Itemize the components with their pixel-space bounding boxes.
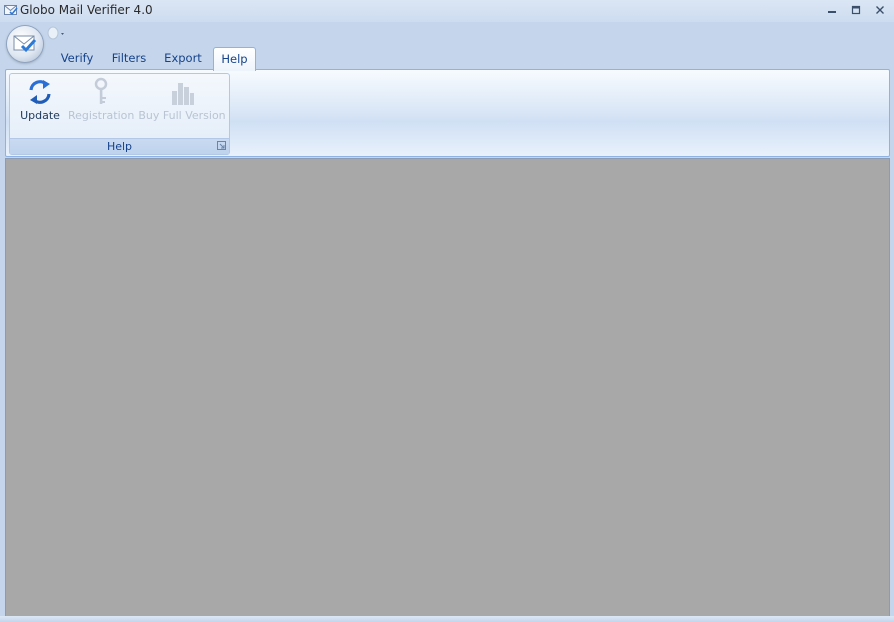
minimize-button[interactable] [821,2,843,18]
tab-help[interactable]: Help [213,47,256,71]
chevron-down-icon [47,26,64,40]
envelope-check-icon [4,5,18,16]
ribbon-group-footer: Help [10,138,229,154]
tab-filters[interactable]: Filters [104,47,154,69]
registration-label: Registration [68,109,135,122]
close-button[interactable] [869,2,891,18]
application-menu-button[interactable] [7,26,43,62]
buy-full-version-button: Buy Full Version [138,77,226,127]
ribbon-group-help: Update Registration Buy Full Version Hel… [9,73,230,155]
restore-button[interactable] [845,2,867,18]
update-label: Update [20,109,60,122]
quick-access-toolbar-menu[interactable] [46,25,68,43]
key-icon [94,77,108,104]
refresh-arrows-icon [29,80,51,104]
envelope-check-icon [13,35,37,53]
registration-button: Registration [68,77,134,127]
dialog-launcher-icon[interactable] [217,141,226,150]
buy-full-version-label: Buy Full Version [138,109,226,122]
ribbon-group-label: Help [106,140,133,153]
title-bar: Globo Mail Verifier 4.0 [0,0,894,22]
tab-verify[interactable]: Verify [53,47,101,69]
status-bar [0,616,894,622]
window-title: Globo Mail Verifier 4.0 [20,3,153,17]
update-button[interactable]: Update [14,77,66,127]
ribbon-panel: Update Registration Buy Full Version Hel… [5,69,890,157]
main-workspace [5,158,890,617]
buy-icon [172,83,194,105]
tab-export[interactable]: Export [157,47,209,69]
restore-icon [851,5,861,15]
close-icon [876,6,884,14]
minimize-icon [828,11,836,13]
